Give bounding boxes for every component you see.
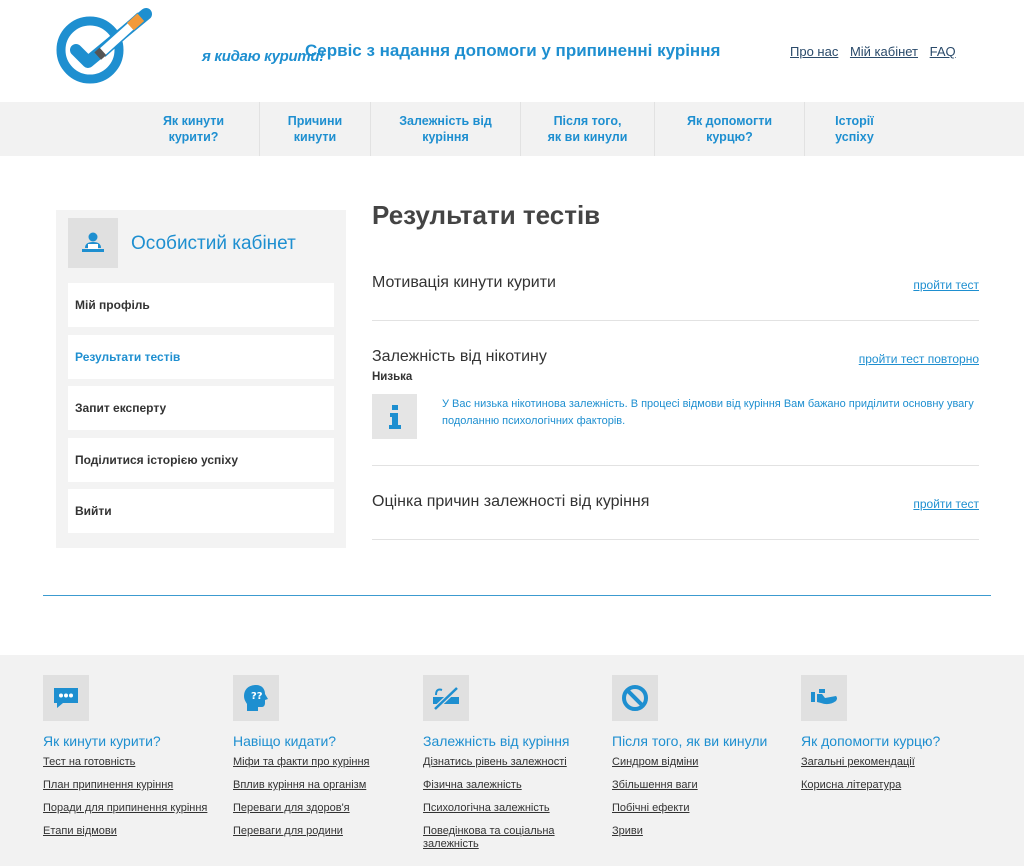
nav-label: Історії: [835, 114, 874, 128]
main-nav: Як кинути курити? Причини кинути Залежніст…: [0, 102, 1024, 156]
footer-link[interactable]: Переваги для родини: [233, 825, 413, 838]
test-name: Залежність від нікотину: [372, 348, 547, 365]
footer-link[interactable]: Вплив куріння на організм: [233, 779, 413, 792]
footer-link[interactable]: Синдром відміни: [612, 756, 792, 769]
nav-label: курцю?: [706, 130, 753, 144]
footer-column-title: Як кинути курити?: [43, 733, 161, 749]
about-link[interactable]: Про нас: [790, 44, 838, 59]
nav-label: успіху: [835, 130, 874, 144]
nav-label: Залежність від: [399, 114, 492, 128]
nav-item-how-to-quit[interactable]: Як кинути курити?: [128, 102, 259, 156]
nav-label: Після того,: [553, 114, 622, 128]
nav-item-help-smoker[interactable]: Як допомогти курцю?: [654, 102, 804, 156]
footer-link[interactable]: Загальні рекомендації: [801, 756, 981, 769]
site-header: я кидаю курити! Сервіс з надання допомог…: [0, 0, 1024, 102]
dependence-level: Низька: [372, 371, 413, 383]
footer-column-title: Після того, як ви кинули: [612, 733, 768, 749]
footer-column-title: Залежність від куріння: [423, 733, 570, 749]
site-logo[interactable]: я кидаю курити!: [54, 6, 324, 86]
test-name: Мотивація кинути курити: [372, 274, 556, 291]
test-row-motivation: Мотивація кинути курити пройти тест: [372, 268, 979, 321]
footer-link[interactable]: Збільшення ваги: [612, 779, 792, 792]
svg-text:??: ??: [251, 691, 263, 702]
footer-link[interactable]: Поведінкова та соціальна залежність: [423, 825, 603, 851]
footer-link[interactable]: План припинення куріння: [43, 779, 223, 792]
site-footer: Як кинути курити? Тест на готовність Пла…: [0, 655, 1024, 866]
footer-link[interactable]: Фізична залежність: [423, 779, 603, 792]
test-row-nicotine: Залежність від нікотину пройти тест повт…: [372, 344, 979, 466]
head-question-icon: ??: [233, 675, 279, 721]
retake-test-link[interactable]: пройти тест повторно: [859, 352, 979, 366]
footer-column: Залежність від куріння Дізнатись рівень …: [423, 675, 603, 861]
nav-label: Як кинути: [162, 114, 225, 128]
info-icon: [372, 394, 417, 439]
footer-link[interactable]: Зриви: [612, 825, 792, 838]
sidebar-item-test-results[interactable]: Результати тестів: [68, 335, 334, 379]
section-divider: [43, 595, 991, 596]
take-test-link[interactable]: пройти тест: [913, 278, 979, 292]
sidebar-item-profile[interactable]: Мій профіль: [68, 283, 334, 327]
top-links: Про нас Мій кабінет FAQ: [790, 44, 964, 59]
footer-link[interactable]: Тест на готовність: [43, 756, 223, 769]
footer-column-title: Як допомогти курцю?: [801, 733, 941, 749]
footer-link[interactable]: Корисна література: [801, 779, 981, 792]
nav-label: курити?: [168, 130, 219, 144]
page-title: Результати тестів: [372, 200, 601, 230]
user-desk-icon: [68, 218, 118, 268]
nav-label: куріння: [422, 130, 469, 144]
footer-column: Після того, як ви кинули Синдром відміни…: [612, 675, 792, 848]
nav-label: Причини: [287, 114, 343, 128]
no-cigarette-icon: [423, 675, 469, 721]
footer-link[interactable]: Етапи відмови: [43, 825, 223, 838]
logo-icon: [56, 8, 152, 84]
footer-column: ?? Навіщо кидати? Міфи та факти про курі…: [233, 675, 413, 848]
nav-item-success-stories[interactable]: Історії успіху: [804, 102, 904, 156]
sidebar-title: Особистий кабінет: [131, 233, 296, 254]
nav-label: Як допомогти: [686, 114, 773, 128]
footer-link[interactable]: Міфи та факти про куріння: [233, 756, 413, 769]
prohibited-icon: [612, 675, 658, 721]
helping-hand-icon: [801, 675, 847, 721]
footer-link[interactable]: Побічні ефекти: [612, 802, 792, 815]
footer-link[interactable]: Переваги для здоров'я: [233, 802, 413, 815]
footer-link[interactable]: Психологічна залежність: [423, 802, 603, 815]
take-test-link[interactable]: пройти тест: [913, 497, 979, 511]
footer-link[interactable]: Дізнатись рівень залежності: [423, 756, 603, 769]
test-row-reasons: Оцінка причин залежності від куріння про…: [372, 487, 979, 540]
sidebar-header: Особистий кабінет: [68, 218, 334, 270]
faq-link[interactable]: FAQ: [930, 44, 956, 59]
sidebar-item-expert-request[interactable]: Запит експерту: [68, 386, 334, 430]
nav-item-reasons[interactable]: Причини кинути: [259, 102, 370, 156]
footer-column: Як кинути курити? Тест на готовність Пла…: [43, 675, 223, 848]
nav-item-after-quitting[interactable]: Після того, як ви кинули: [520, 102, 654, 156]
footer-link[interactable]: Поради для припинення куріння: [43, 802, 223, 815]
site-tagline: Сервіс з надання допомоги у припиненні к…: [305, 41, 721, 60]
my-cabinet-link[interactable]: Мій кабінет: [850, 44, 918, 59]
result-description: У Вас низька нікотинова залежність. В пр…: [442, 398, 974, 427]
test-name: Оцінка причин залежності від куріння: [372, 493, 650, 510]
footer-column-title: Навіщо кидати?: [233, 733, 337, 749]
nav-label: кинути: [293, 130, 337, 144]
footer-column: Як допомогти курцю? Загальні рекомендаці…: [801, 675, 981, 802]
sidebar-item-logout[interactable]: Вийти: [68, 489, 334, 533]
chat-bubble-icon: [43, 675, 89, 721]
nav-item-dependence[interactable]: Залежність від куріння: [370, 102, 520, 156]
account-sidebar: Особистий кабінет Мій профіль Результати…: [56, 210, 346, 548]
nav-label: як ви кинули: [547, 130, 628, 144]
sidebar-item-share-story[interactable]: Поділитися історією успіху: [68, 438, 334, 482]
